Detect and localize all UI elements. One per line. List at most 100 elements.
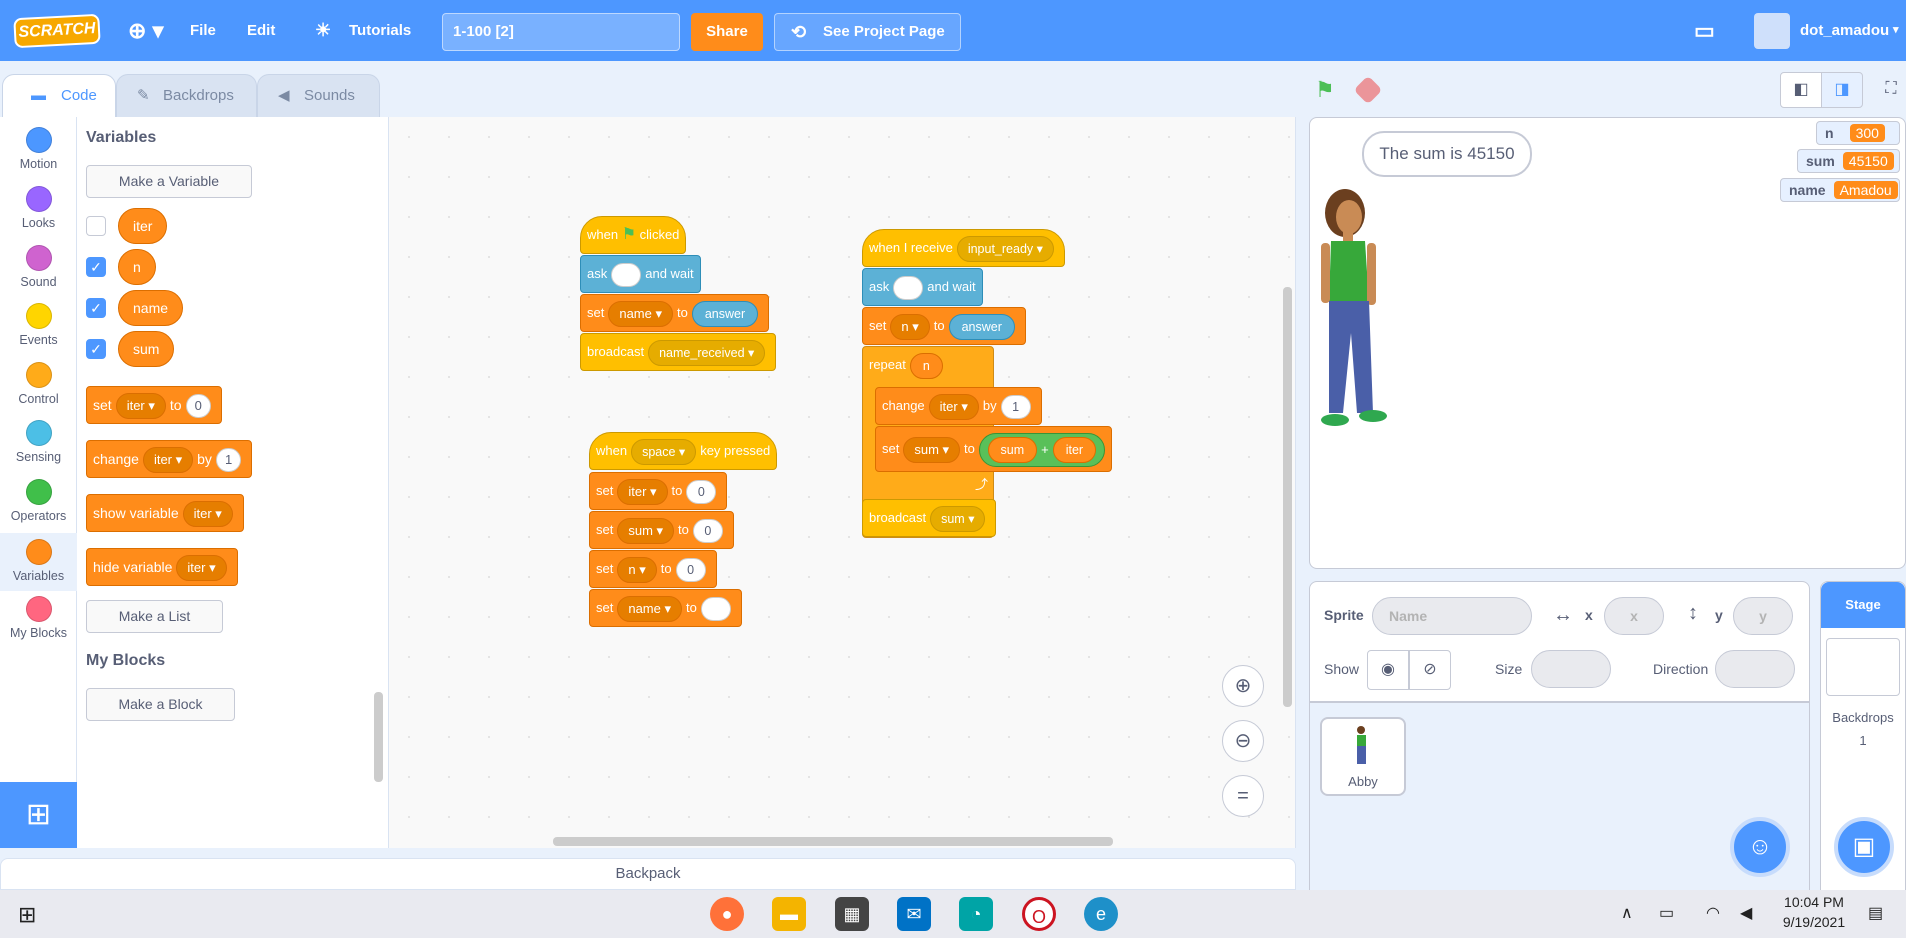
category-operators[interactable]: Operators	[0, 479, 77, 537]
zoom-out-button[interactable]: ⊖	[1222, 720, 1264, 762]
number-input[interactable]: 0	[185, 394, 211, 419]
number-input[interactable]: 0	[692, 518, 723, 543]
broadcast-sum-block[interactable]: broadcast sum ▾	[862, 499, 997, 537]
palette-scrollbar[interactable]	[374, 692, 383, 782]
avatar[interactable]	[1754, 13, 1790, 49]
palette-hide-variable-block[interactable]: hide variable iter ▾	[86, 548, 238, 586]
workspace-vertical-scrollbar[interactable]	[1283, 287, 1292, 707]
variable-checkbox-n[interactable]: ✓	[86, 257, 106, 277]
my-stuff-folder-icon[interactable]: ▭	[1694, 0, 1715, 61]
category-looks[interactable]: Looks	[0, 186, 77, 244]
number-input[interactable]: 1	[1000, 394, 1031, 419]
chat-icon[interactable]: ◔	[959, 897, 993, 931]
choose-backdrop-button[interactable]: ▣	[1834, 817, 1894, 877]
variable-dropdown[interactable]: name ▾	[608, 300, 674, 327]
variable-dropdown[interactable]: iter ▾	[928, 393, 979, 420]
set-name-empty-block[interactable]: set name ▾ to	[589, 589, 742, 627]
sprite-thumbnail-abby[interactable]: Abby	[1320, 717, 1406, 796]
variable-reporter-iter[interactable]: iter	[118, 208, 168, 244]
see-project-page-button[interactable]: ⟲ See Project Page	[774, 13, 961, 51]
edge-icon[interactable]: e	[1084, 897, 1118, 931]
scratch-logo[interactable]: SCRATCH	[13, 13, 101, 49]
windows-start-icon[interactable]: ⊞	[18, 902, 36, 928]
ask-input[interactable]	[893, 275, 924, 300]
category-control[interactable]: Control	[0, 362, 77, 420]
variable-dropdown[interactable]: iter ▾	[115, 393, 166, 420]
number-input[interactable]: 0	[675, 557, 706, 582]
language-globe-icon[interactable]: ⊕ ▾	[128, 0, 164, 61]
project-title-input[interactable]: 1-100 [2]	[442, 13, 680, 51]
category-events[interactable]: Events	[0, 303, 77, 361]
opera-icon[interactable]: O	[1022, 897, 1056, 931]
hide-sprite-button[interactable]: ⊘	[1409, 650, 1451, 690]
variable-checkbox-sum[interactable]: ✓	[86, 339, 106, 359]
size-input[interactable]	[1531, 650, 1611, 688]
make-list-button[interactable]: Make a List	[86, 600, 223, 633]
store-icon[interactable]: ▦	[835, 897, 869, 931]
category-variables[interactable]: Variables	[0, 533, 77, 591]
choose-sprite-button[interactable]: ☺	[1730, 817, 1790, 877]
backdrop-thumbnail[interactable]	[1826, 638, 1900, 696]
make-variable-button[interactable]: Make a Variable	[86, 165, 252, 198]
variable-reporter-n[interactable]: n	[118, 249, 156, 285]
ask-input[interactable]	[611, 262, 642, 287]
category-my-blocks[interactable]: My Blocks	[0, 596, 77, 654]
variable-monitor-name[interactable]: name Amadou	[1780, 178, 1900, 202]
wifi-icon[interactable]: ◠	[1706, 903, 1720, 923]
clock-date[interactable]: 9/19/2021	[1774, 914, 1854, 930]
variable-reporter[interactable]: sum	[987, 437, 1038, 464]
green-flag-button[interactable]: ⚑	[1315, 77, 1341, 103]
zoom-reset-button[interactable]: =	[1222, 775, 1264, 817]
set-iter-block[interactable]: set iter ▾ to 0	[589, 472, 728, 510]
stop-button[interactable]	[1353, 75, 1383, 105]
battery-icon[interactable]: ▭	[1659, 903, 1674, 923]
number-input[interactable]: 0	[686, 479, 717, 504]
set-n-block[interactable]: set n ▾ to 0	[589, 550, 717, 588]
variable-dropdown[interactable]: iter ▾	[142, 447, 194, 474]
edit-menu[interactable]: Edit	[247, 0, 275, 61]
share-button[interactable]: Share	[691, 13, 763, 51]
variable-checkbox-name[interactable]: ✓	[86, 298, 106, 318]
set-n-answer-block[interactable]: set n ▾ to answer	[862, 307, 1026, 345]
palette-set-block[interactable]: set iter ▾ to 0	[86, 386, 222, 424]
broadcast-block[interactable]: broadcast name_received ▾	[580, 333, 777, 371]
answer-reporter[interactable]: answer	[948, 313, 1015, 340]
clock-time[interactable]: 10:04 PM	[1774, 894, 1854, 910]
fullscreen-button[interactable]: ⛶	[1870, 72, 1906, 108]
file-explorer-icon[interactable]: ▬	[772, 897, 806, 931]
zoom-in-button[interactable]: ⊕	[1222, 665, 1264, 707]
variable-monitor-sum[interactable]: sum 45150	[1797, 149, 1900, 173]
variable-dropdown[interactable]: sum ▾	[903, 436, 961, 463]
username-label[interactable]: dot_amadou	[1800, 0, 1889, 61]
variable-reporter[interactable]: iter	[1052, 437, 1097, 464]
tab-sounds[interactable]: ◀ Sounds	[257, 74, 380, 118]
ask-and-wait-block[interactable]: ask and wait	[862, 268, 983, 306]
category-sensing[interactable]: Sensing	[0, 420, 77, 478]
tutorials-menu[interactable]: Tutorials	[349, 0, 411, 61]
palette-show-variable-block[interactable]: show variable iter ▾	[86, 494, 244, 532]
tab-backdrops[interactable]: ✎ Backdrops	[116, 74, 257, 118]
code-workspace[interactable]	[389, 117, 1296, 848]
palette-change-block[interactable]: change iter ▾ by 1	[86, 440, 253, 478]
x-input[interactable]: x	[1604, 597, 1664, 635]
category-sound[interactable]: Sound	[0, 245, 77, 303]
variable-dropdown[interactable]: iter ▾	[182, 501, 233, 528]
answer-reporter[interactable]: answer	[691, 300, 759, 327]
key-dropdown[interactable]: space ▾	[631, 438, 697, 465]
message-dropdown[interactable]: sum ▾	[930, 505, 986, 532]
tray-chevron-up-icon[interactable]: ∧	[1621, 903, 1633, 923]
tab-code[interactable]: ▬ Code	[2, 74, 116, 118]
mail-icon[interactable]: ✉	[897, 897, 931, 931]
sprite-name-input[interactable]: Name	[1372, 597, 1532, 635]
variable-dropdown[interactable]: name ▾	[617, 595, 683, 622]
y-input[interactable]: y	[1733, 597, 1793, 635]
show-sprite-button[interactable]: ◉	[1367, 650, 1409, 690]
variable-monitor-n[interactable]: n 300	[1816, 121, 1900, 145]
variable-dropdown[interactable]: n ▾	[617, 556, 657, 583]
backpack-bar[interactable]: Backpack	[0, 858, 1296, 890]
variable-reporter-name[interactable]: name	[118, 290, 184, 326]
variable-dropdown[interactable]: sum ▾	[617, 517, 675, 544]
ask-and-wait-block[interactable]: ask and wait	[580, 255, 701, 293]
account-chevron-down-icon[interactable]: ▾	[1893, 0, 1899, 61]
when-key-pressed-block[interactable]: when space ▾ key pressed	[589, 432, 778, 470]
